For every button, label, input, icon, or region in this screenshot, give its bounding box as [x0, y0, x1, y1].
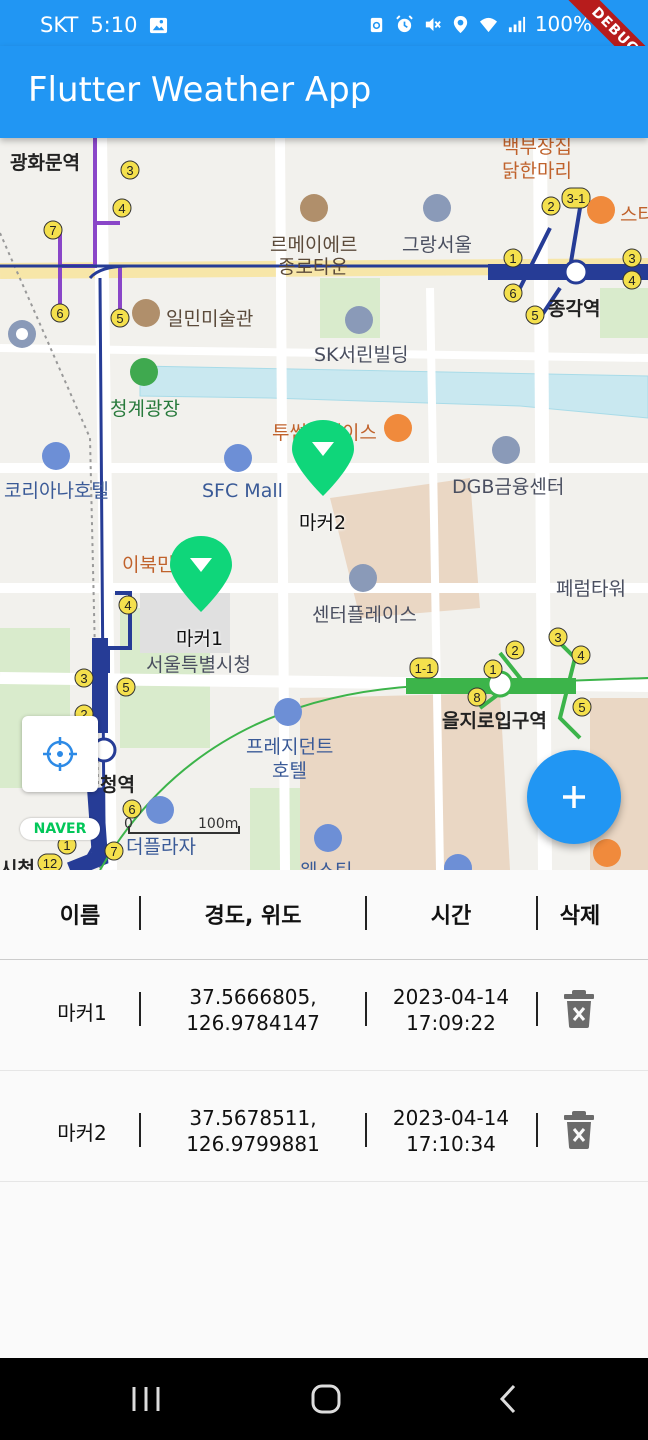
svg-text:3: 3 — [80, 671, 87, 686]
carrier-text: SKT — [40, 13, 79, 37]
svg-text:5: 5 — [578, 700, 585, 715]
label-jongno-town: 종로타운 — [278, 256, 348, 278]
label-cheonggye-plaza: 청계광장 — [110, 398, 180, 420]
row-time: 17:10:34 — [406, 1132, 496, 1156]
label-ferrum-tower: 페럼타워 — [556, 578, 626, 600]
svg-text:2: 2 — [547, 199, 554, 214]
marker-table: 이름 경도, 위도 시간 삭제 마커1 37.5666805, 126.9784… — [0, 870, 648, 1358]
row-name: 마커1 — [57, 1001, 107, 1025]
label-westin: 웨스틴 — [300, 856, 352, 870]
row-name: 마커2 — [57, 1121, 107, 1145]
svg-text:7: 7 — [49, 223, 56, 238]
marker-pin-2[interactable] — [290, 418, 356, 498]
marker-label-2: 마커2 — [299, 512, 347, 534]
row-date: 2023-04-14 — [392, 985, 510, 1009]
label-sicheong: 시청 — [0, 858, 35, 870]
map-scale-bar: 0 100m — [124, 816, 240, 834]
row-lng: 126.9799881 — [186, 1132, 320, 1156]
location-icon — [453, 15, 467, 33]
svg-text:3: 3 — [126, 163, 133, 178]
mute-icon — [425, 17, 441, 31]
marker-label-1: 마커1 — [176, 628, 224, 650]
svg-text:6: 6 — [128, 802, 135, 817]
row-time: 17:09:22 — [406, 1011, 496, 1035]
svg-text:3: 3 — [554, 630, 561, 645]
label-dgb-center: DGB금융센터 — [452, 476, 565, 498]
svg-text:6: 6 — [509, 286, 516, 301]
svg-text:5: 5 — [531, 308, 538, 323]
app-title: Flutter Weather App — [28, 70, 372, 110]
svg-text:5: 5 — [122, 680, 129, 695]
label-the-plaza: 더플라자 — [126, 836, 196, 858]
row-lat: 37.5666805, — [189, 985, 317, 1009]
svg-text:1: 1 — [63, 838, 70, 853]
svg-text:4: 4 — [124, 598, 131, 613]
label-starbucks: 스타 — [620, 204, 648, 226]
label-grand-seoul: 그랑서울 — [402, 234, 472, 256]
label-euljiro-station: 을지로입구역 — [442, 710, 547, 732]
svg-text:8: 8 — [473, 690, 480, 705]
table-row: 마커1 37.5666805, 126.9784147 2023-04-14 1… — [0, 960, 648, 1071]
label-ibuk: 이북민 — [122, 554, 175, 576]
svg-text:3: 3 — [628, 251, 635, 266]
locate-me-button[interactable] — [22, 716, 98, 792]
svg-text:3-1: 3-1 — [567, 191, 586, 206]
table-header: 이름 경도, 위도 시간 삭제 — [0, 870, 648, 960]
plus-icon — [563, 786, 585, 808]
svg-text:5: 5 — [116, 311, 123, 326]
svg-text:1: 1 — [509, 251, 516, 266]
system-nav-bar — [0, 1358, 648, 1440]
recent-apps-icon[interactable] — [126, 1384, 166, 1414]
label-ilmin-museum: 일민미술관 — [166, 308, 254, 330]
svg-text:4: 4 — [628, 273, 635, 288]
marker-pin-1[interactable] — [168, 534, 234, 614]
svg-text:12: 12 — [43, 856, 57, 870]
status-bar: SKT 5:10 100% DEBUG — [0, 0, 648, 92]
svg-text:1-1: 1-1 — [415, 661, 434, 676]
map-view[interactable]: 3 4 7 6 5 2 1 6 5 3 4 3-1 4 3 5 2 6 7 1 … — [0, 138, 648, 870]
app-bar: Flutter Weather App — [0, 46, 648, 138]
label-seoul-city-hall: 서울특별시청 — [146, 654, 251, 676]
add-marker-button[interactable] — [527, 750, 621, 844]
alarm-icon — [396, 14, 413, 32]
svg-text:4: 4 — [118, 201, 125, 216]
naver-logo[interactable]: NAVER — [20, 818, 100, 840]
label-koreana-hotel: 코리아나호텔 — [4, 480, 109, 502]
label-sfc-mall: SFC Mall — [202, 480, 283, 502]
clock-text: 5:10 — [90, 13, 138, 37]
row-lat: 37.5678511, — [189, 1106, 317, 1130]
wifi-icon — [479, 17, 497, 32]
app-screen: SKT 5:10 100% DEBUG Flutter Weather App … — [0, 0, 648, 1440]
svg-text:6: 6 — [56, 306, 63, 321]
header-name: 이름 — [59, 904, 101, 929]
row-date: 2023-04-14 — [392, 1106, 510, 1130]
label-center-place: 센터플레이스 — [312, 604, 417, 626]
label-gwanghwamun-station: 광화문역 — [10, 152, 80, 174]
trash-icon[interactable] — [563, 1111, 595, 1149]
svg-text:1: 1 — [489, 662, 496, 677]
header-coords: 경도, 위도 — [204, 904, 302, 929]
label-cityhall-station: 청역 — [100, 774, 135, 796]
svg-text:2: 2 — [511, 643, 518, 658]
home-icon[interactable] — [306, 1384, 346, 1414]
label-jonggak-station: 종각역 — [548, 298, 601, 320]
svg-text:4: 4 — [577, 648, 584, 663]
row-lng: 126.9784147 — [186, 1011, 320, 1035]
label-president-hotel-2: 호텔 — [272, 760, 307, 782]
image-icon — [150, 17, 168, 33]
label-president-hotel: 프레지던트 — [246, 736, 334, 758]
back-icon[interactable] — [488, 1384, 528, 1414]
label-dakhanmari: 닭한마리 — [502, 160, 572, 182]
recycle-icon — [370, 17, 383, 32]
header-delete: 삭제 — [559, 904, 601, 929]
header-time: 시간 — [430, 904, 472, 929]
svg-text:7: 7 — [110, 844, 117, 859]
crosshair-icon — [43, 737, 77, 771]
table-row: 마커2 37.5678511, 126.9799881 2023-04-14 1… — [0, 1071, 648, 1182]
label-sk-building: SK서린빌딩 — [314, 344, 409, 366]
trash-icon[interactable] — [563, 990, 595, 1028]
signal-icon — [508, 16, 525, 32]
